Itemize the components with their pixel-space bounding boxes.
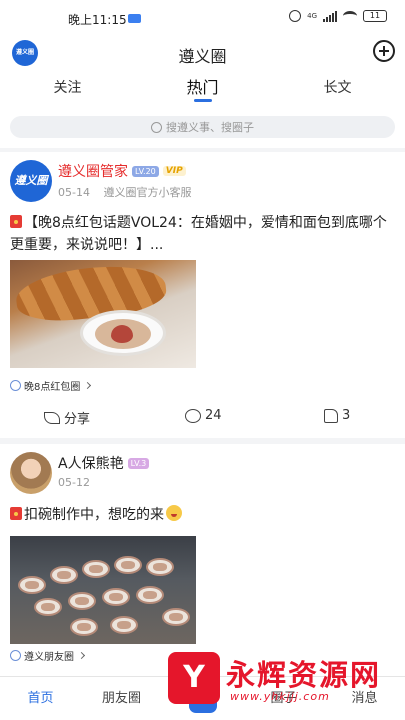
share-icon: [44, 411, 60, 424]
post-image[interactable]: [10, 260, 196, 368]
like-button[interactable]: 3: [324, 408, 350, 423]
topic-label: 晚8点红包圈: [24, 382, 81, 393]
nav-home[interactable]: 首页: [0, 677, 81, 720]
post-title-text: 扣碗制作中，想吃的来: [24, 507, 164, 523]
bowl-shape: [34, 598, 62, 616]
bowl-shape: [114, 556, 142, 574]
feed-tabs: 关注 热门 长文: [0, 70, 405, 106]
bowl-shape: [68, 592, 96, 610]
battery-level: 11: [363, 10, 387, 22]
post-title[interactable]: 扣碗制作中，想吃的来: [10, 504, 395, 526]
bowl-shape: [50, 566, 78, 584]
post-meta: 05-14 遵义圈官方小客服: [58, 184, 191, 200]
search-input[interactable]: 搜遵义事、搜圈子: [10, 116, 395, 138]
status-bar: 晚上11:15 4G 11: [0, 0, 405, 36]
author-line: 遵义圈管家 LV.20 VIP: [58, 161, 186, 181]
search-placeholder: 搜遵义事、搜圈子: [166, 121, 254, 134]
page-title: 遵义圈: [178, 47, 227, 66]
post-title-text: 【晚8点红包话题VOL24：在婚姻中，爱情和面包到底哪个更重要，来说说吧！】..…: [10, 215, 387, 253]
tab-hot[interactable]: 热门: [135, 70, 270, 106]
avatar[interactable]: [10, 452, 52, 494]
watermark: Y 永辉资源网 www.yhkjjj.com: [168, 648, 400, 708]
tab-following[interactable]: 关注: [0, 70, 135, 106]
wifi-icon: [343, 11, 357, 21]
signal-icon: [323, 10, 337, 22]
share-label: 分享: [64, 412, 91, 427]
like-count: 3: [342, 408, 351, 423]
watermark-logo: Y: [168, 652, 220, 704]
status-indicators: 4G 11: [289, 10, 387, 22]
add-circle-icon[interactable]: [373, 40, 395, 62]
author-line: A人保熊艳 LV.3: [58, 453, 150, 473]
alarm-icon: [289, 10, 302, 22]
bowl-shape: [18, 576, 46, 594]
topic-label: 遵义朋友圈: [24, 652, 74, 663]
tab-long-article[interactable]: 长文: [270, 70, 405, 106]
search-bar-container: 搜遵义事、搜圈子: [0, 106, 405, 148]
bowl-shape: [146, 558, 174, 576]
topic-link[interactable]: 遵义朋友圈: [10, 648, 86, 663]
bowl-shape: [70, 618, 98, 636]
topic-icon: [10, 650, 21, 661]
bowl-shape: [110, 616, 138, 634]
red-packet-icon: [10, 507, 22, 520]
bowl-shape: [82, 560, 110, 578]
bowl-shape: [102, 588, 130, 606]
app-header: 遵义圈 遵义圈: [0, 36, 405, 70]
topic-icon: [10, 380, 21, 391]
avatar[interactable]: 遵义圈: [10, 160, 52, 202]
watermark-url: www.yhkjjj.com: [230, 690, 330, 703]
emoji-icon: [166, 505, 182, 521]
nav-friends[interactable]: 朋友圈: [81, 677, 162, 720]
post-card[interactable]: A人保熊艳 LV.3 05-12 扣碗制作中，想吃的来 遵义朋友圈: [0, 444, 405, 676]
level-badge: LV.3: [127, 457, 150, 469]
like-icon: [324, 408, 338, 423]
post-source: 遵义圈官方小客服: [103, 186, 192, 199]
latte-heart-shape: [111, 325, 133, 343]
notification-badge-icon: [128, 14, 141, 23]
author-name[interactable]: A人保熊艳: [58, 453, 124, 473]
red-packet-icon: [10, 215, 22, 228]
watermark-name: 永辉资源网: [226, 658, 382, 692]
share-button[interactable]: 分享: [44, 408, 90, 427]
chevron-right-icon: [77, 651, 86, 660]
network-type: 4G: [307, 11, 317, 20]
author-name[interactable]: 遵义圈管家: [58, 161, 128, 181]
post-date: 05-12: [58, 476, 90, 489]
bowl-shape: [136, 586, 164, 604]
comment-icon: [185, 408, 201, 423]
search-icon: [151, 121, 162, 133]
level-badge: LV.20: [132, 165, 159, 177]
post-card[interactable]: 遵义圈 遵义圈管家 LV.20 VIP 05-14 遵义圈官方小客服 【晚8点红…: [0, 152, 405, 438]
comment-button[interactable]: 24: [185, 408, 222, 423]
post-meta: 05-12: [58, 476, 90, 489]
post-title[interactable]: 【晚8点红包话题VOL24：在婚姻中，爱情和面包到底哪个更重要，来说说吧！】..…: [10, 212, 395, 256]
bowl-shape: [162, 608, 190, 626]
chevron-right-icon: [84, 381, 92, 390]
post-date: 05-14: [58, 186, 90, 199]
post-image[interactable]: [10, 536, 196, 644]
post-actions: 分享 24 3: [0, 408, 405, 432]
coffee-cup-shape: [80, 310, 166, 356]
comment-count: 24: [205, 408, 222, 423]
status-time: 晚上11:15: [68, 13, 127, 27]
vip-badge: VIP: [162, 166, 186, 176]
topic-link[interactable]: 晚8点红包圈: [10, 378, 92, 393]
